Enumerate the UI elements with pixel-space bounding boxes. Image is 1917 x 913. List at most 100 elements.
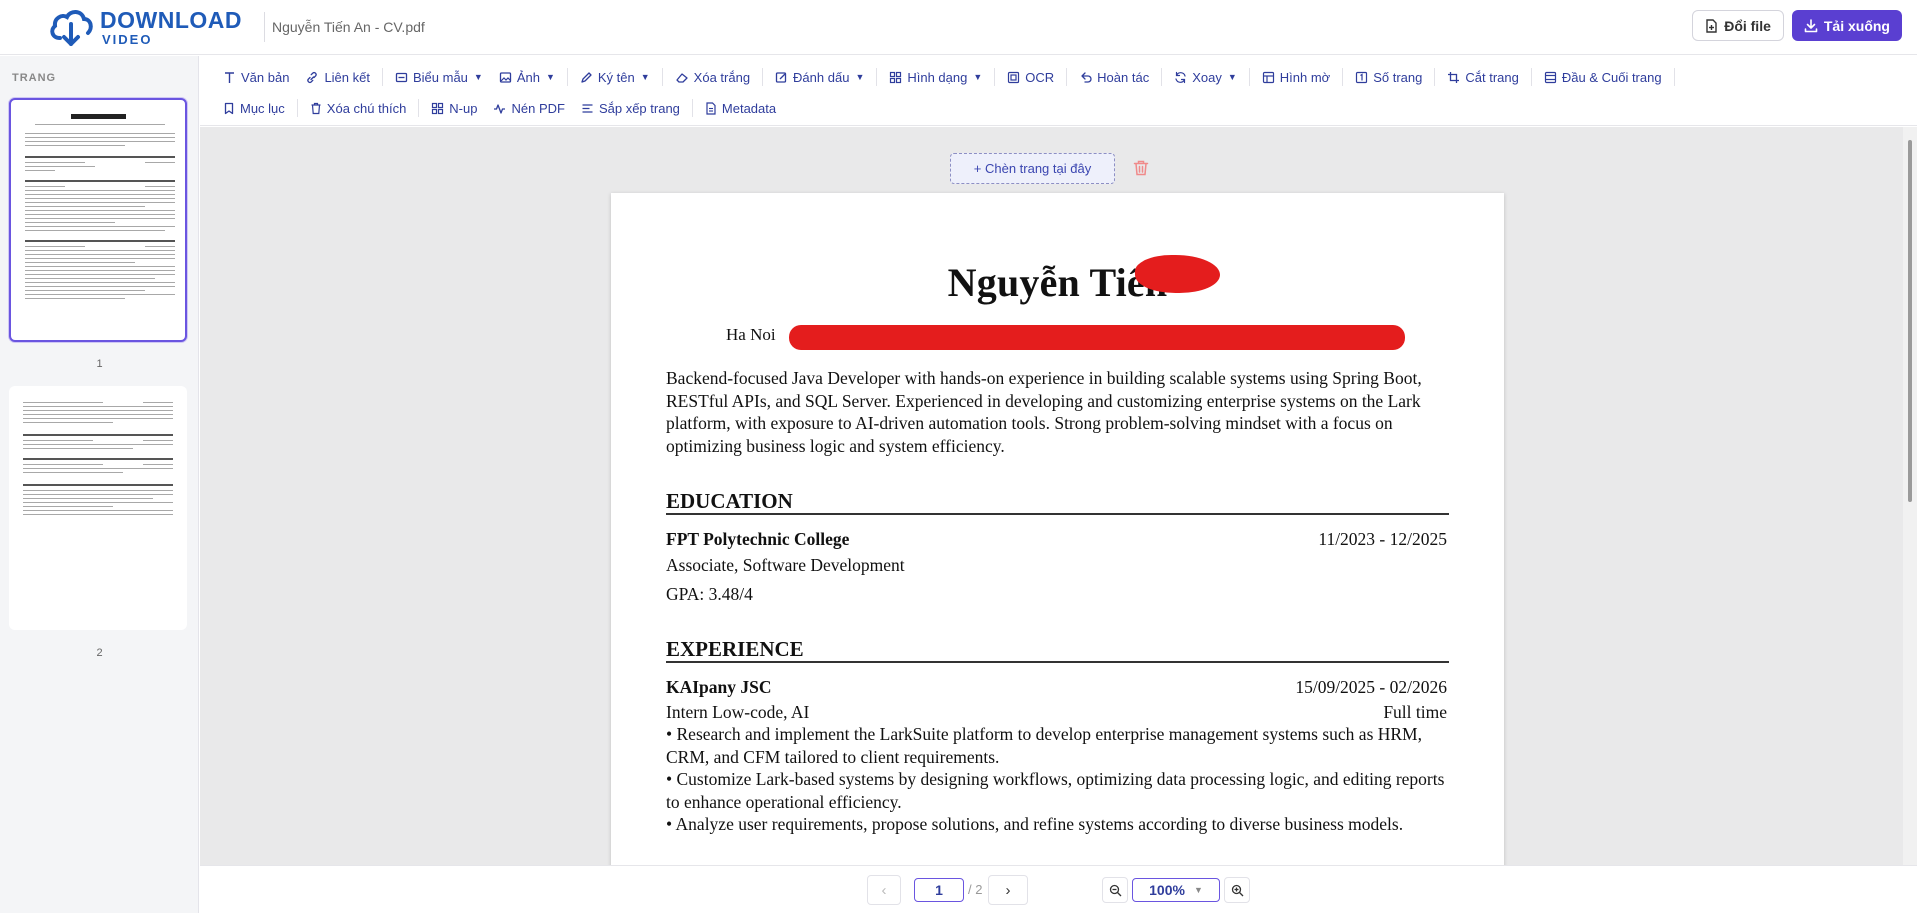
tool-nup[interactable]: N-up <box>423 101 485 116</box>
tool-metadata-label: Metadata <box>721 100 777 116</box>
experience-bullet: • Research and implement the LarkSuite p… <box>666 724 1422 767</box>
pdf-page-1[interactable]: Nguyễn Tiến Ha Noi Backend-focused Java … <box>611 193 1504 865</box>
toolbar-divider <box>1342 68 1344 86</box>
page-number-icon <box>1356 71 1368 83</box>
insert-page-label: + Chèn trang tại đây <box>973 161 1092 176</box>
prev-page-button[interactable]: ‹ <box>867 875 901 905</box>
education-degree-row: Associate, Software Development <box>666 555 1447 576</box>
logo[interactable]: DOWNLOAD VIDEO <box>48 0 242 55</box>
tool-header-footer[interactable]: Đầu & Cuối trang <box>1536 70 1670 85</box>
zoom-level: 100% <box>1149 882 1185 898</box>
tool-compress[interactable]: Nén PDF <box>485 101 572 116</box>
cv-summary: Backend-focused Java Developer with hand… <box>666 368 1422 456</box>
tool-bookmark[interactable]: Mục lục <box>215 101 293 116</box>
tool-signature[interactable]: Ký tên ▼ <box>572 70 658 85</box>
tool-metadata[interactable]: Metadata <box>697 101 784 116</box>
tool-bookmark-label: Mục lục <box>240 100 285 116</box>
download-button[interactable]: Tải xuống <box>1791 10 1902 41</box>
tool-link-label: Liên kết <box>324 69 370 85</box>
toolbar-divider <box>566 68 568 86</box>
education-degree: Associate, Software Development <box>666 555 905 575</box>
zoom-in-icon <box>1231 884 1243 896</box>
tool-page-number[interactable]: Số trang <box>1347 70 1430 85</box>
link-icon <box>307 71 318 83</box>
tool-whiteout-label: Xóa trắng <box>693 69 751 85</box>
experience-bullet: • Customize Lark-based systems by design… <box>666 769 1445 812</box>
tool-crop[interactable]: Cắt trang <box>1439 70 1526 85</box>
toolbar-divider <box>994 68 996 86</box>
tool-header-footer-label: Đầu & Cuối trang <box>1561 69 1662 85</box>
rotate-icon <box>1175 71 1186 83</box>
toolbar-divider <box>1248 68 1250 86</box>
page-total: / 2 <box>968 882 983 897</box>
scrollbar-thumb[interactable] <box>1908 140 1912 502</box>
tool-image[interactable]: Ảnh ▼ <box>491 70 563 85</box>
education-heading: EDUCATION <box>666 489 1449 515</box>
signature-icon <box>581 71 592 83</box>
text-icon <box>225 71 234 83</box>
tool-ocr[interactable]: OCR <box>999 70 1062 85</box>
thumb-title <box>71 114 126 119</box>
image-icon <box>499 71 511 83</box>
logo-line-2: VIDEO <box>102 31 153 47</box>
tool-text-label: Văn bản <box>241 69 290 85</box>
zoom-in-button[interactable] <box>1224 877 1250 903</box>
tool-highlight[interactable]: Đánh dấu ▼ <box>767 70 872 85</box>
header-actions: Đổi file Tải xuống <box>1692 10 1902 41</box>
page-number-input[interactable]: 1 <box>914 878 964 902</box>
zoom-select[interactable]: 100% ▼ <box>1132 878 1220 902</box>
redaction-mark <box>789 325 1405 350</box>
tool-watermark-label: Hình mờ <box>1279 69 1331 85</box>
tool-sort-pages[interactable]: Sắp xếp trang <box>573 101 688 116</box>
education-school: FPT Polytechnic College <box>666 529 850 549</box>
file-info-icon <box>706 101 716 115</box>
tool-form[interactable]: Biểu mẫu ▼ <box>387 70 491 85</box>
tool-undo[interactable]: Hoàn tác <box>1071 70 1157 85</box>
insert-page-button[interactable]: + Chèn trang tại đây <box>950 153 1115 184</box>
tool-shapes[interactable]: Hình dạng ▼ <box>881 70 990 85</box>
convert-file-label: Đổi file <box>1724 17 1771 34</box>
tool-link[interactable]: Liên kết <box>297 70 378 85</box>
tool-form-label: Biểu mẫu <box>412 69 468 85</box>
eraser-icon <box>676 72 688 83</box>
tool-whiteout[interactable]: Xóa trắng <box>667 70 758 85</box>
tool-shapes-label: Hình dạng <box>907 69 968 85</box>
experience-company: KAIpany JSC <box>666 677 772 697</box>
toolbar-divider <box>1530 68 1532 86</box>
page-thumbnail-1[interactable] <box>9 98 187 342</box>
toolbar-divider <box>1673 68 1675 86</box>
convert-file-button[interactable]: Đổi file <box>1692 10 1784 41</box>
toolbar-divider <box>296 99 298 117</box>
toolbar-divider <box>762 68 764 86</box>
chevron-down-icon: ▼ <box>855 72 865 82</box>
education-dates: 11/2023 - 12/2025 <box>1318 529 1447 549</box>
header-divider <box>263 12 265 42</box>
delete-page-icon[interactable] <box>1132 159 1150 177</box>
tool-watermark[interactable]: Hình mờ <box>1254 70 1338 85</box>
app-header: DOWNLOAD VIDEO Nguyễn Tiến An - CV.pdf Đ… <box>0 0 1917 55</box>
logo-text: DOWNLOAD VIDEO <box>100 8 242 47</box>
workspace-scrollbar[interactable] <box>1903 127 1917 865</box>
grid-icon <box>432 102 444 114</box>
tool-ocr-label: OCR <box>1025 69 1055 85</box>
experience-dates: 15/09/2025 - 02/2026 <box>1295 677 1447 697</box>
education-gpa: GPA: 3.48/4 <box>666 584 753 604</box>
watermark-icon <box>1262 71 1274 83</box>
zoom-out-button[interactable] <box>1102 877 1128 903</box>
tool-text[interactable]: Văn bản <box>215 70 297 85</box>
cv-name: Nguyễn Tiến <box>947 260 1168 305</box>
cv-contact: Ha Noi <box>726 325 776 344</box>
header-footer-icon <box>1544 71 1556 83</box>
tool-crop-label: Cắt trang <box>1465 69 1519 85</box>
tool-rotate[interactable]: Xoay ▼ <box>1166 70 1245 85</box>
trash-icon <box>311 102 321 114</box>
page-thumbnail-2[interactable] <box>9 386 187 630</box>
toolbar-divider <box>876 68 878 86</box>
toolbar-divider <box>1434 68 1436 86</box>
page-number-1: 1 <box>96 358 103 370</box>
next-page-button[interactable]: › <box>988 875 1028 905</box>
tool-delete-annotations[interactable]: Xóa chú thích <box>302 101 415 116</box>
bookmark-icon <box>224 102 234 114</box>
document-workspace[interactable]: + Chèn trang tại đây Nguyễn Tiến Ha Noi … <box>200 127 1903 865</box>
toolbar-divider <box>1161 68 1163 86</box>
